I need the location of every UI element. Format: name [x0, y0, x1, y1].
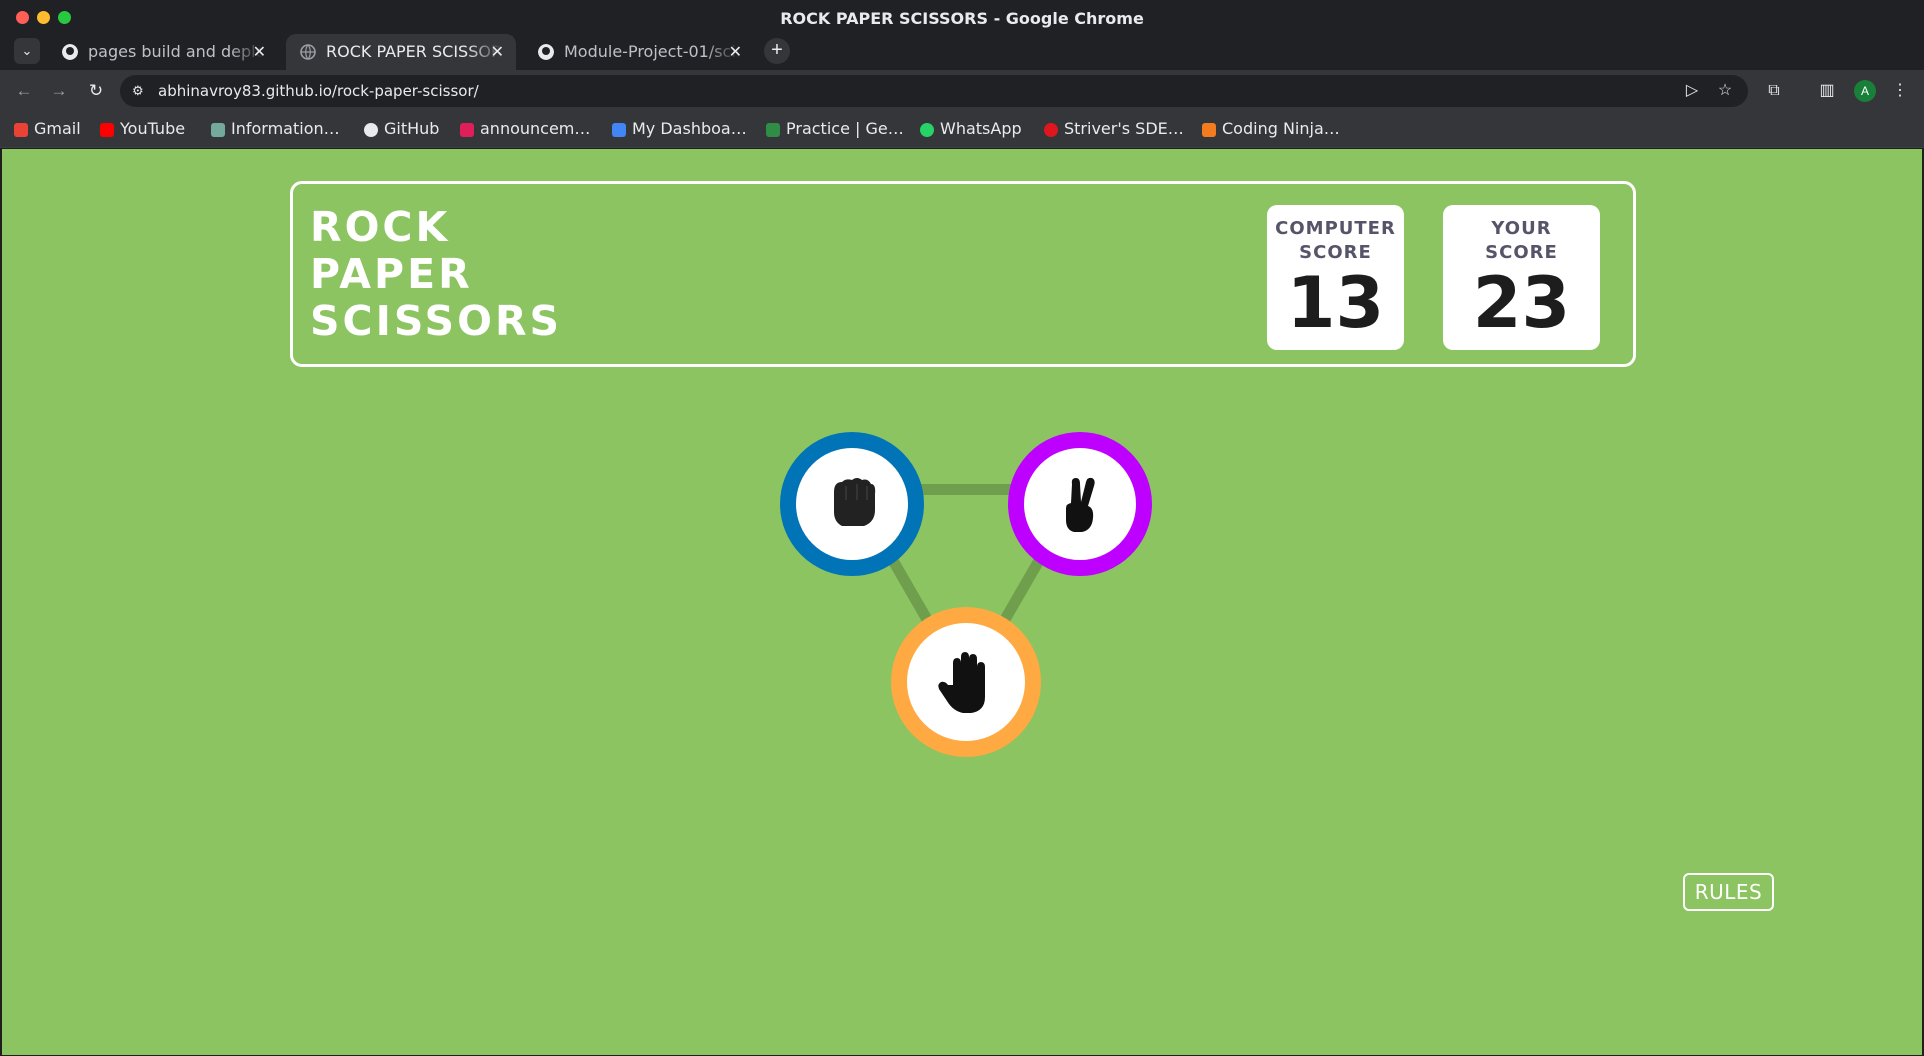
peace-hand-icon: [1066, 477, 1095, 532]
reload-icon[interactable]: ↻: [85, 80, 107, 102]
dashboard-icon: [612, 123, 626, 137]
bookmark-information[interactable]: Information…: [209, 112, 340, 148]
tab-strip: ⌄ pages build and deployment ✕ ROCK PAPE…: [0, 34, 1924, 70]
whatsapp-icon: [920, 123, 934, 137]
bookmark-gmail[interactable]: Gmail: [12, 112, 81, 148]
bookmark-striver-sde[interactable]: Striver's SDE…: [1042, 112, 1184, 148]
github-icon: [364, 123, 378, 137]
send-to-device-icon[interactable]: ▷: [1682, 81, 1702, 101]
close-tab-icon[interactable]: ✕: [253, 34, 266, 70]
browser-toolbar: ← → ↻ ⚙ abhinavroy83.github.io/rock-pape…: [0, 70, 1924, 112]
window-titlebar: ROCK PAPER SCISSORS - Google Chrome: [0, 0, 1924, 34]
rules-button[interactable]: RULES: [1683, 873, 1774, 911]
extensions-icon[interactable]: ⧉: [1764, 81, 1784, 101]
close-tab-icon[interactable]: ✕: [491, 34, 504, 70]
bookmark-star-icon[interactable]: ☆: [1715, 81, 1735, 101]
github-icon: [538, 44, 554, 60]
tab-module-project[interactable]: Module-Project-01/scissors ✕: [524, 34, 754, 70]
bookmark-coding-ninjas[interactable]: Coding Ninja…: [1200, 112, 1340, 148]
tab-search-button[interactable]: ⌄: [14, 38, 40, 64]
gmail-icon: [14, 123, 28, 137]
github-icon: [62, 44, 78, 60]
slack-icon: [460, 123, 474, 137]
bookmark-whatsapp[interactable]: WhatsApp: [918, 112, 1022, 148]
youtube-icon: [100, 123, 114, 137]
tab-label: Module-Project-01/scissors: [564, 42, 740, 61]
profile-avatar[interactable]: A: [1854, 80, 1876, 102]
chatgpt-icon: [211, 123, 225, 137]
page-viewport: ROCK PAPER SCISSORS COMPUTER SCORE 13 YO…: [2, 149, 1922, 1055]
game-board: [2, 149, 1922, 1055]
menu-kebab-icon[interactable]: ⋮: [1890, 81, 1910, 101]
fist-icon: [834, 478, 876, 526]
window-title: ROCK PAPER SCISSORS - Google Chrome: [780, 9, 1144, 28]
forward-arrow-icon[interactable]: →: [48, 80, 70, 102]
scissors-choice-button[interactable]: [1008, 432, 1152, 576]
paper-choice-button[interactable]: [891, 607, 1041, 757]
bookmark-announcements[interactable]: announcem…: [458, 112, 590, 148]
address-bar[interactable]: ⚙ abhinavroy83.github.io/rock-paper-scis…: [120, 75, 1748, 107]
bookmark-practice-gfg[interactable]: Practice | Ge…: [764, 112, 904, 148]
tab-label: pages build and deployment: [88, 42, 264, 61]
url-text: abhinavroy83.github.io/rock-paper-scisso…: [158, 82, 479, 100]
new-tab-button[interactable]: +: [764, 38, 790, 64]
tab-label: ROCK PAPER SCISSORS: [326, 42, 502, 61]
tab-pages-build[interactable]: pages build and deployment ✕: [48, 34, 278, 70]
codingninjas-icon: [1202, 123, 1216, 137]
close-tab-icon[interactable]: ✕: [729, 34, 742, 70]
bookmark-dashboard[interactable]: My Dashboa…: [610, 112, 747, 148]
back-arrow-icon[interactable]: ←: [13, 80, 35, 102]
bookmark-github[interactable]: GitHub: [362, 112, 439, 148]
geeksforgeeks-icon: [766, 123, 780, 137]
open-hand-icon: [938, 652, 985, 713]
site-info-icon[interactable]: ⚙: [132, 83, 148, 99]
globe-icon: [300, 44, 316, 60]
tab-rock-paper-scissors[interactable]: ROCK PAPER SCISSORS ✕: [286, 34, 516, 70]
side-panel-icon[interactable]: ▥: [1817, 81, 1837, 101]
bookmark-youtube[interactable]: YouTube: [98, 112, 185, 148]
rock-choice-button[interactable]: [780, 432, 924, 576]
bookmarks-bar: Gmail YouTube Information… GitHub announ…: [0, 112, 1924, 148]
takeuforward-icon: [1044, 123, 1058, 137]
